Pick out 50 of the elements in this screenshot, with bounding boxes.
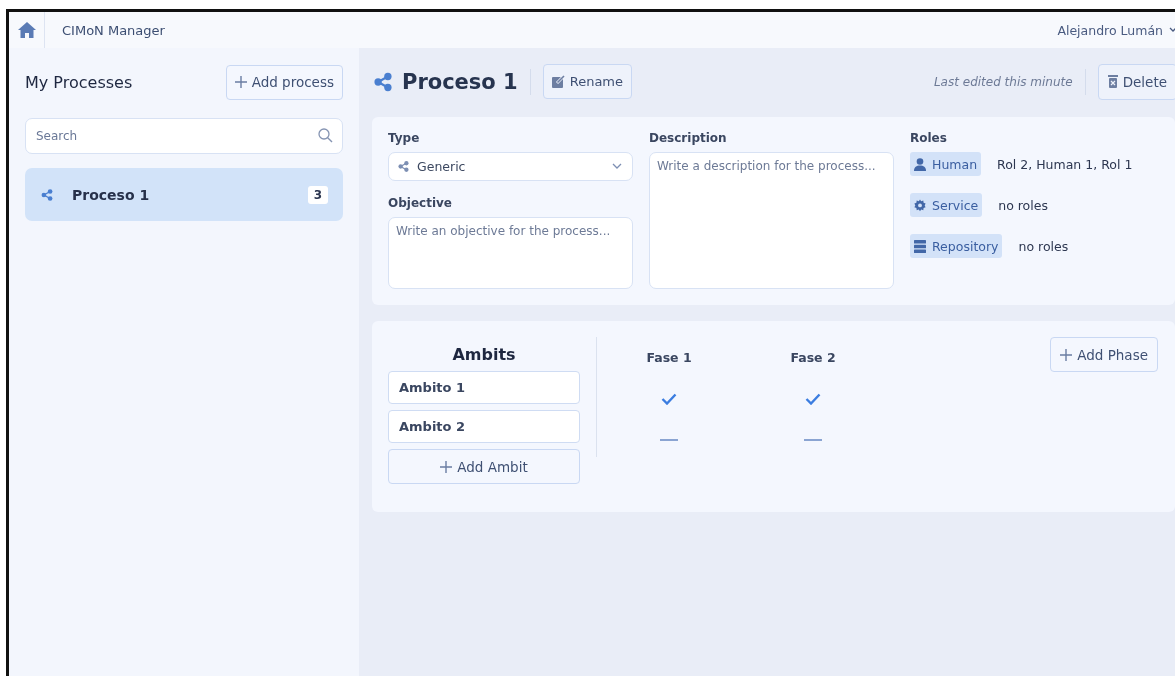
role-list-text: no roles	[1018, 238, 1069, 254]
objective-field[interactable]: Write an objective for the process...	[388, 216, 633, 289]
type-dropdown[interactable]: Generic	[388, 152, 633, 181]
share-icon	[372, 70, 394, 93]
ambit-field[interactable]: Ambito 2	[388, 410, 580, 443]
phase-header: Fase 2	[790, 348, 836, 367]
plus-icon	[440, 460, 453, 473]
share-icon	[397, 159, 410, 173]
count-badge: 3	[307, 185, 328, 204]
check-icon[interactable]	[661, 392, 677, 405]
plus-icon	[234, 76, 247, 88]
edit-icon	[551, 75, 565, 88]
gear-icon	[914, 198, 926, 212]
role-tag[interactable]: Human	[910, 152, 982, 176]
sidebar-title: My Processes	[25, 72, 133, 92]
process-title: Proceso 1	[402, 69, 518, 94]
rename-button[interactable]: Rename	[542, 64, 633, 99]
plus-icon	[1060, 348, 1073, 361]
field-label: Type	[388, 131, 421, 145]
dash-icon[interactable]	[804, 438, 822, 441]
description-field[interactable]: Write a description for the process...	[649, 152, 894, 289]
search-field[interactable]: Search	[25, 118, 343, 154]
home-icon	[17, 22, 36, 38]
dash-icon[interactable]	[660, 438, 678, 441]
user-menu[interactable]: Alejandro Lumán	[1057, 22, 1175, 38]
field-label: Objective	[388, 195, 453, 210]
add-phase-button[interactable]: Add Phase	[1050, 337, 1158, 372]
chevron-down-icon	[1169, 27, 1175, 33]
phase-header: Fase 1	[646, 348, 692, 367]
role-list-text: no roles	[998, 197, 1048, 213]
last-edited-text: Last edited this minute	[933, 74, 1073, 89]
person-icon	[914, 157, 926, 171]
ambit-field[interactable]: Ambito 1	[388, 371, 580, 404]
field-label: Description	[649, 131, 728, 145]
section-title: Ambits	[451, 344, 517, 365]
trash-icon	[1107, 75, 1118, 88]
field-label: Roles	[910, 131, 948, 145]
check-icon[interactable]	[805, 392, 821, 405]
app-title: CIMoN Manager	[62, 22, 166, 38]
process-item[interactable]: Proceso 1 3	[25, 168, 343, 221]
add-ambit-button[interactable]: Add Ambit	[388, 449, 580, 484]
chevron-down-icon	[612, 163, 622, 170]
share-icon	[40, 187, 54, 202]
add-process-button[interactable]: Add process	[225, 64, 343, 100]
search-icon	[318, 128, 333, 143]
role-tag[interactable]: Repository	[910, 234, 1003, 258]
server-icon	[914, 239, 926, 253]
role-tag[interactable]: Service	[910, 193, 983, 217]
delete-button[interactable]: Delete	[1097, 63, 1175, 100]
role-list-text: Rol 2, Human 1, Rol 1	[997, 156, 1133, 172]
